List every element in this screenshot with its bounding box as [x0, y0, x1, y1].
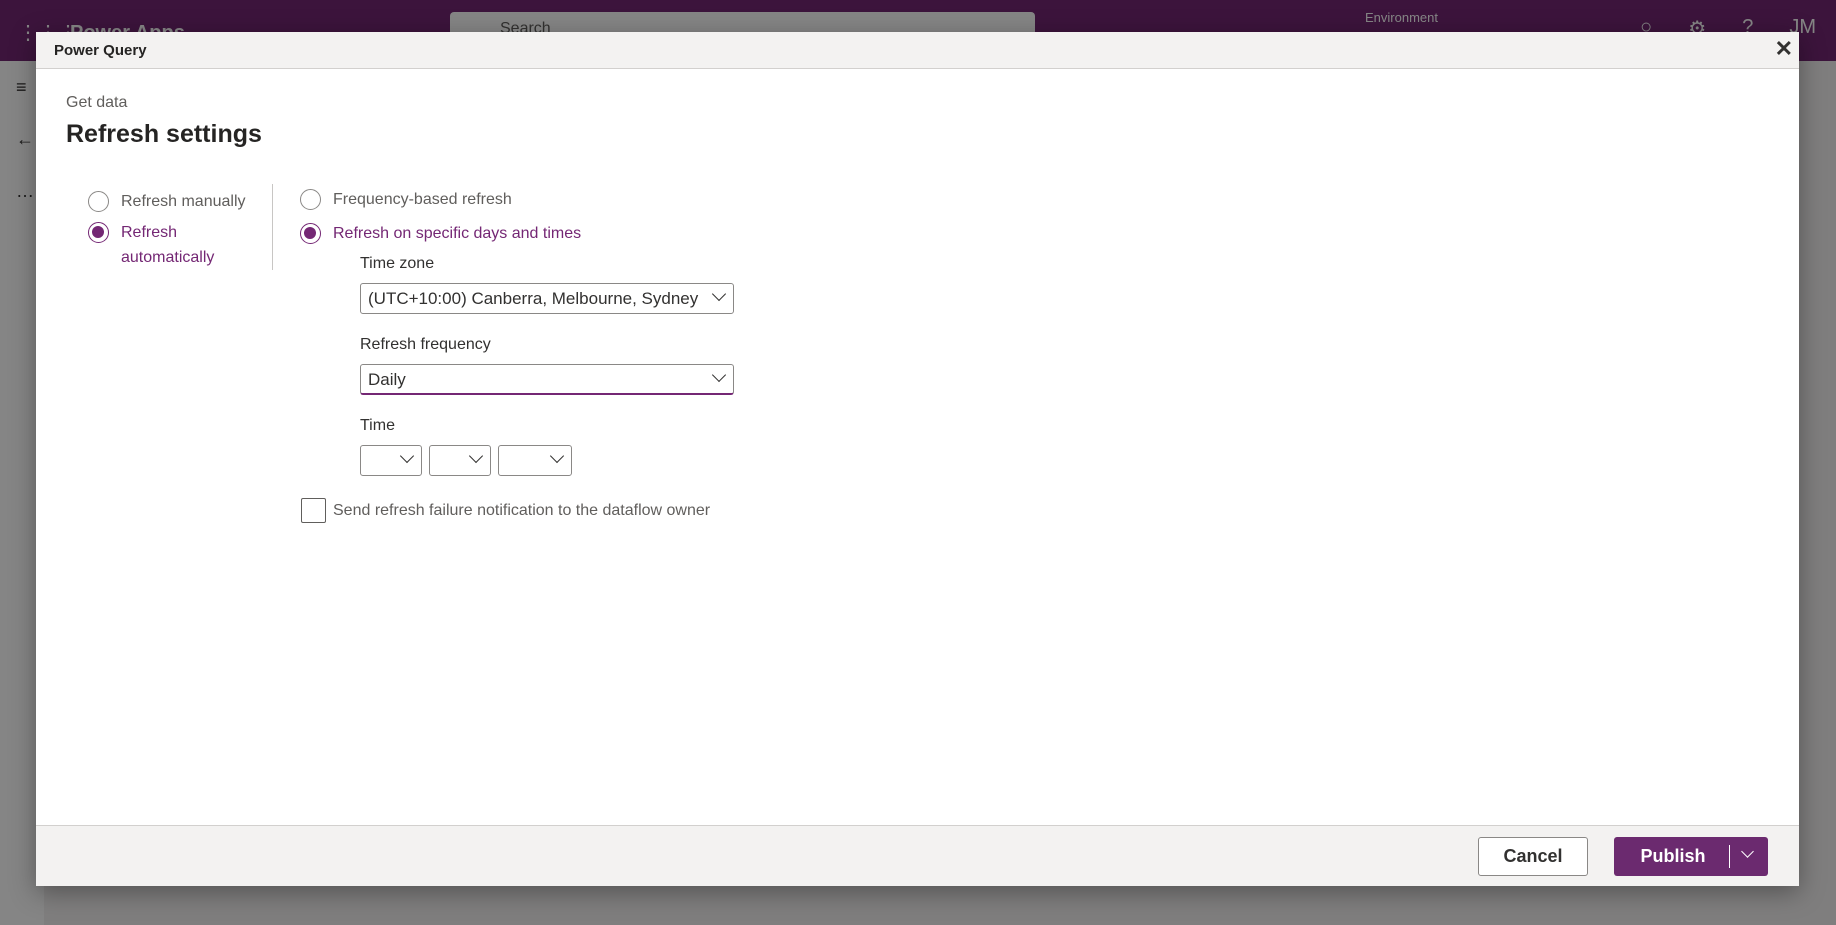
- time-label: Time: [360, 417, 395, 434]
- time-zone-dropdown[interactable]: (UTC+10:00) Canberra, Melbourne, Sydney: [360, 283, 734, 314]
- radio-refresh-automatically[interactable]: Refresh automatically: [88, 220, 238, 270]
- notify-owner-checkbox[interactable]: Send refresh failure notification to the…: [301, 498, 710, 523]
- divider: [272, 184, 273, 270]
- dialog-header: Power Query ✕: [36, 32, 1799, 69]
- radio-circle: [300, 223, 321, 244]
- chevron-down-icon: [711, 367, 727, 383]
- publish-button[interactable]: Publish: [1614, 837, 1768, 876]
- page-title: Refresh settings: [66, 120, 262, 148]
- refresh-frequency-label: Refresh frequency: [360, 336, 491, 353]
- radio-circle: [300, 189, 321, 210]
- cancel-label: Cancel: [1503, 846, 1563, 866]
- publish-label: Publish: [1640, 846, 1706, 866]
- chevron-down-icon: [549, 448, 565, 464]
- power-query-dialog: Power Query ✕ Get data Refresh settings …: [36, 32, 1799, 886]
- breadcrumb: Get data: [66, 94, 128, 111]
- refresh-frequency-dropdown[interactable]: Daily: [360, 364, 734, 395]
- radio-label: Refresh on specific days and times: [333, 225, 582, 242]
- time-zone-value: (UTC+10:00) Canberra, Melbourne, Sydney: [368, 289, 699, 308]
- split-divider: [1729, 845, 1730, 868]
- chevron-down-icon: [711, 286, 727, 302]
- checkbox-label: Send refresh failure notification to the…: [333, 501, 711, 519]
- refresh-frequency-value: Daily: [368, 370, 406, 389]
- dialog-title: Power Query: [54, 42, 147, 59]
- radio-frequency-based[interactable]: Frequency-based refresh: [300, 187, 512, 212]
- radio-label: Refresh automatically: [121, 224, 215, 266]
- radio-circle: [88, 191, 109, 212]
- ampm-dropdown[interactable]: [498, 445, 572, 476]
- radio-label: Frequency-based refresh: [333, 191, 512, 208]
- chevron-down-icon: [468, 448, 484, 464]
- radio-specific-days-times[interactable]: Refresh on specific days and times: [300, 221, 581, 246]
- hour-dropdown[interactable]: [360, 445, 422, 476]
- radio-refresh-manually[interactable]: Refresh manually: [88, 189, 246, 214]
- dialog-footer: Cancel Publish: [36, 825, 1799, 886]
- cancel-button[interactable]: Cancel: [1478, 837, 1588, 876]
- close-icon[interactable]: ✕: [1775, 36, 1793, 62]
- chevron-down-icon[interactable]: [1741, 845, 1754, 858]
- radio-circle: [88, 222, 109, 243]
- minute-dropdown[interactable]: [429, 445, 491, 476]
- time-zone-label: Time zone: [360, 255, 435, 272]
- checkbox-box: [301, 498, 326, 523]
- radio-label: Refresh manually: [121, 193, 246, 210]
- chevron-down-icon: [399, 448, 415, 464]
